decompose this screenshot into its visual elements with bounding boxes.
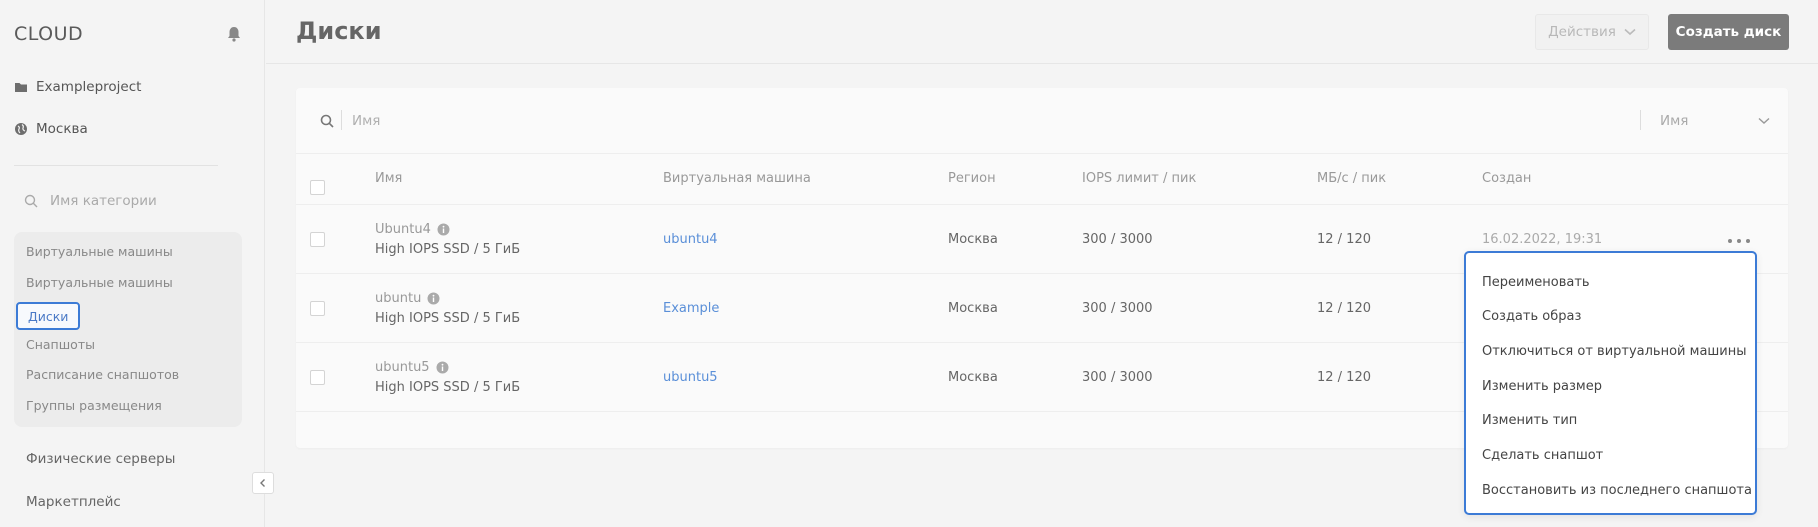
menu-item-take-snapshot[interactable]: Сделать снапшот: [1482, 448, 1603, 463]
region-cell: Москва: [948, 301, 998, 316]
column-header-region[interactable]: Регион: [948, 171, 996, 186]
globe-icon: [15, 123, 27, 135]
vm-link[interactable]: ubuntu5: [663, 370, 718, 385]
sidebar-item-marketplace[interactable]: Маркетплейс: [26, 494, 121, 510]
sidebar-item-physical-servers[interactable]: Физические серверы: [26, 451, 175, 467]
category-list: Виртуальные машины Виртуальные машины Ди…: [14, 232, 242, 427]
row-actions-button[interactable]: [1728, 234, 1750, 248]
sidebar-item-virtual-machines[interactable]: Виртуальные машины: [26, 275, 173, 290]
search-separator: [341, 110, 342, 130]
row-checkbox[interactable]: [310, 232, 325, 247]
info-icon[interactable]: [427, 292, 440, 305]
sort-select[interactable]: Имя: [1660, 110, 1770, 132]
region-cell: Москва: [948, 232, 998, 247]
sidebar-item-snapshot-schedule[interactable]: Расписание снапшотов: [26, 367, 179, 382]
disk-name[interactable]: ubuntu5: [375, 360, 449, 375]
category-search-placeholder: Имя категории: [50, 193, 157, 209]
region-cell: Москва: [948, 370, 998, 385]
disk-name[interactable]: ubuntu: [375, 291, 440, 306]
mbps-cell: 12 / 120: [1317, 370, 1371, 385]
sidebar-item-virtual-machines-group[interactable]: Виртуальные машины: [26, 244, 173, 259]
mbps-cell: 12 / 120: [1317, 301, 1371, 316]
mbps-cell: 12 / 120: [1317, 232, 1371, 247]
sort-label: Имя: [1660, 113, 1689, 129]
sidebar-item-snapshots[interactable]: Снапшоты: [26, 337, 95, 352]
disk-type: High IOPS SSD / 5 ГиБ: [375, 380, 521, 395]
app-logo[interactable]: CLOUD: [14, 23, 83, 45]
select-all-checkbox[interactable]: [310, 180, 325, 195]
disk-type: High IOPS SSD / 5 ГиБ: [375, 242, 521, 257]
info-icon[interactable]: [437, 223, 450, 236]
disk-name[interactable]: Ubuntu4: [375, 222, 450, 237]
chevron-left-icon: [260, 479, 265, 487]
sidebar-divider: [14, 165, 218, 166]
iops-cell: 300 / 3000: [1082, 301, 1153, 316]
menu-item-restore-snapshot[interactable]: Восстановить из последнего снапшота: [1482, 483, 1752, 498]
column-header-vm[interactable]: Виртуальная машина: [663, 171, 811, 186]
sort-separator: [1640, 110, 1641, 130]
collapse-sidebar-button[interactable]: [252, 472, 274, 494]
column-header-name[interactable]: Имя: [375, 171, 402, 186]
search-icon: [320, 114, 334, 128]
info-icon[interactable]: [436, 361, 449, 374]
project-name: Exampleproject: [36, 79, 142, 95]
chevron-down-icon: [1624, 28, 1636, 36]
chevron-down-icon: [1758, 117, 1770, 124]
disk-type: High IOPS SSD / 5 ГиБ: [375, 311, 521, 326]
header-divider: [266, 63, 1818, 64]
menu-item-change-type[interactable]: Изменить тип: [1482, 413, 1577, 428]
row-checkbox[interactable]: [310, 301, 325, 316]
disk-name-text: ubuntu5: [375, 360, 430, 375]
region-selector[interactable]: Москва: [14, 121, 88, 137]
iops-cell: 300 / 3000: [1082, 232, 1153, 247]
vm-link[interactable]: Example: [663, 301, 719, 316]
created-cell: 16.02.2022, 19:31: [1482, 232, 1603, 247]
header-row-divider: [296, 204, 1788, 205]
create-disk-button[interactable]: Создать диск: [1668, 14, 1789, 50]
row-checkbox[interactable]: [310, 370, 325, 385]
menu-item-detach-vm[interactable]: Отключиться от виртуальной машины: [1482, 344, 1747, 359]
menu-item-rename[interactable]: Переименовать: [1482, 275, 1590, 290]
vm-link[interactable]: ubuntu4: [663, 232, 718, 247]
disk-name-text: Ubuntu4: [375, 222, 431, 237]
page-title: Диски: [296, 17, 382, 45]
folder-icon: [15, 83, 27, 92]
sidebar-item-disks[interactable]: Диски: [16, 302, 81, 330]
sidebar-item-placement-groups[interactable]: Группы размещения: [26, 398, 162, 413]
category-search[interactable]: Имя категории: [24, 193, 157, 209]
search-bar: Имя: [296, 88, 1788, 154]
search-icon: [24, 194, 38, 208]
row-context-menu: Переименовать Создать образ Отключиться …: [1464, 251, 1757, 515]
project-selector[interactable]: Exampleproject: [14, 79, 141, 95]
column-header-iops[interactable]: IOPS лимит / пик: [1082, 171, 1196, 186]
disk-name-text: ubuntu: [375, 291, 422, 306]
column-header-created[interactable]: Создан: [1482, 171, 1531, 186]
actions-label: Действия: [1548, 24, 1616, 40]
search-input[interactable]: [352, 110, 1352, 132]
bell-icon[interactable]: [225, 25, 243, 43]
iops-cell: 300 / 3000: [1082, 370, 1153, 385]
menu-item-create-image[interactable]: Создать образ: [1482, 309, 1581, 324]
region-name: Москва: [36, 121, 88, 137]
actions-dropdown[interactable]: Действия: [1535, 14, 1649, 50]
menu-item-resize[interactable]: Изменить размер: [1482, 379, 1602, 394]
column-header-mbps[interactable]: МБ/с / пик: [1317, 171, 1386, 186]
sidebar: CLOUD Exampleproject Москва Имя категори…: [0, 0, 265, 527]
